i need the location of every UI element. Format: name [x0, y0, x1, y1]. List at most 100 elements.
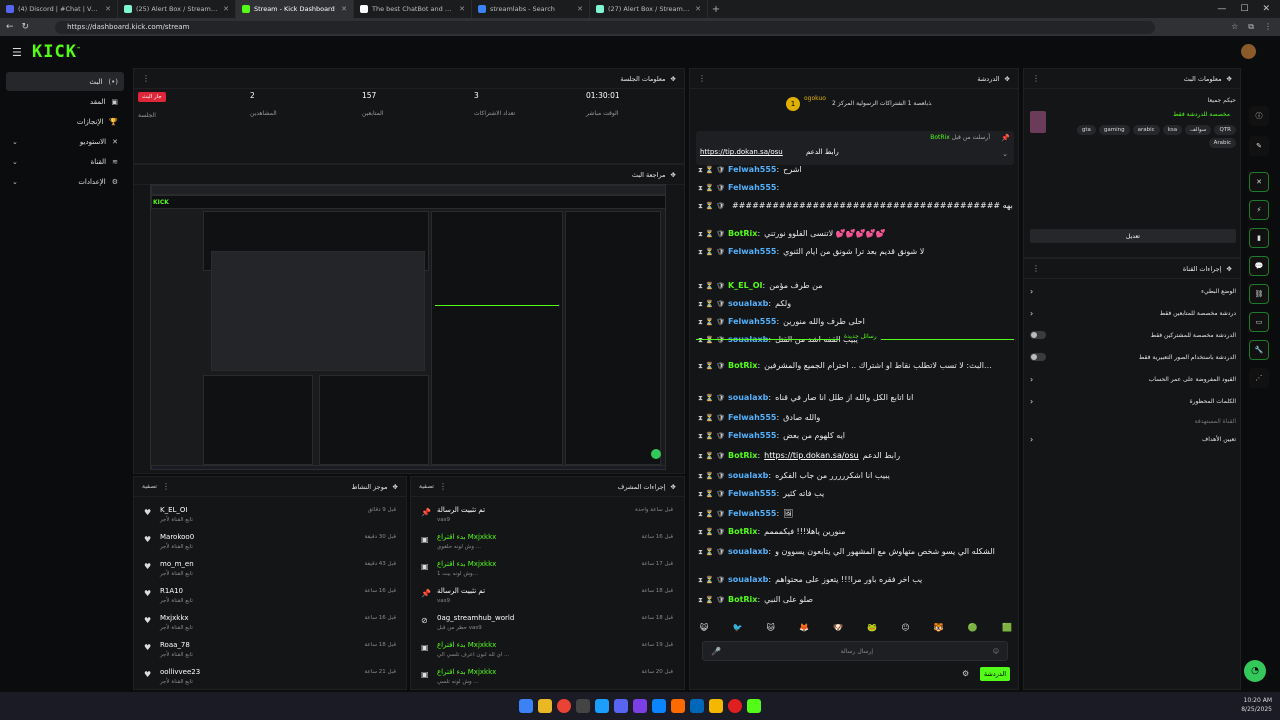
emote-icon[interactable]: 🐶	[833, 623, 843, 632]
tag-pill[interactable]: سوالف	[1185, 125, 1212, 135]
panel-menu-icon[interactable]: ⋮	[439, 482, 447, 491]
channel-action-item[interactable]: الوضع البطيء ‹	[1030, 281, 1236, 301]
chat-username[interactable]: Felwah555	[728, 317, 777, 326]
browser-tab[interactable]: The best ChatBot and Widgets fo ✕	[354, 0, 472, 18]
emote-icon[interactable]: 🐦	[732, 623, 742, 632]
pinned-message[interactable]: أرسلت من قبل BotRix 📌 https://tip.dokan.…	[696, 131, 1014, 165]
tool-icon[interactable]: 🔧	[1249, 340, 1269, 360]
channel-action-item[interactable]: تعيين الأهداف ‹	[1030, 429, 1236, 449]
chat-username[interactable]: Felwah555	[728, 165, 777, 174]
share-icon[interactable]: ⋰	[1249, 368, 1269, 388]
chat-username[interactable]: Felwah555	[728, 183, 777, 192]
chevron-left-icon[interactable]: ‹	[1030, 435, 1033, 444]
activity-user[interactable]: Marokoo0	[160, 533, 194, 541]
chat-input[interactable]: 🎤 إرسال رسالة ☺	[702, 641, 1008, 661]
channel-action-item[interactable]: دردشة مخصصة للمتابعين فقط ‹	[1030, 303, 1236, 323]
chat-send-button[interactable]: الدردشة	[980, 667, 1010, 681]
close-tab-icon[interactable]: ✕	[459, 5, 465, 13]
clip-icon[interactable]: ▮	[1249, 228, 1269, 248]
security-icon[interactable]	[690, 699, 704, 713]
chat-bubble-icon[interactable]: 💬	[1249, 256, 1269, 276]
browser-tab[interactable]: Stream - Kick Dashboard ✕	[236, 0, 354, 18]
chevron-left-icon[interactable]: ‹	[1030, 309, 1033, 318]
chat-username[interactable]: BotRix	[728, 527, 757, 536]
tag-pill[interactable]: gaming	[1098, 125, 1130, 135]
chevron-down-icon[interactable]: ⌄	[1002, 150, 1008, 158]
panel-menu-icon[interactable]: ⋮	[1032, 264, 1040, 273]
emote-icon[interactable]: 🟩	[1002, 623, 1012, 632]
chat-username[interactable]: soualaxb	[728, 575, 768, 584]
emoji-icon[interactable]: ☺	[993, 648, 999, 655]
close-tab-icon[interactable]: ✕	[105, 5, 111, 13]
file-explorer-icon[interactable]	[538, 699, 552, 713]
drag-icon[interactable]: ✥	[671, 75, 676, 83]
moderation-icon[interactable]: ✕	[1249, 172, 1269, 192]
mic-icon[interactable]: 🎤	[711, 647, 721, 656]
drag-icon[interactable]: ✥	[671, 171, 676, 179]
chat-username[interactable]: Felwah555	[728, 489, 777, 498]
browser-tab[interactable]: (27) Alert Box / Streamlabs ✕	[590, 0, 708, 18]
toggle-switch[interactable]	[1030, 353, 1046, 361]
chat-username[interactable]: Felwah555	[728, 431, 777, 440]
stream-preview-video[interactable]: KICK	[150, 184, 666, 470]
chat-username[interactable]: soualaxb	[728, 547, 768, 556]
drag-icon[interactable]: ✥	[1227, 75, 1232, 83]
emote-icon[interactable]: 😐	[901, 623, 909, 632]
chrome-icon[interactable]	[557, 699, 571, 713]
emote-icon[interactable]: 🟢	[968, 623, 978, 632]
filter-button[interactable]: تصفية	[142, 483, 157, 490]
system-clock[interactable]: 10:20 AM 8/25/2025	[1241, 696, 1272, 714]
category-label[interactable]: مخصصة للدردشة فقط	[1052, 111, 1230, 118]
panel-menu-icon[interactable]: ⋮	[162, 482, 170, 491]
edit-icon[interactable]: ✎	[1249, 136, 1269, 156]
tag-pill[interactable]: QTR	[1214, 125, 1236, 135]
info-icon[interactable]: ⓘ	[1249, 106, 1269, 126]
back-icon[interactable]: ←	[6, 22, 14, 32]
activity-user[interactable]: Roaa_78	[160, 641, 190, 649]
chevron-down-icon[interactable]: ⌄	[12, 178, 18, 186]
vlc-icon[interactable]	[671, 699, 685, 713]
chevron-left-icon[interactable]: ‹	[1030, 397, 1033, 406]
tag-pill[interactable]: gta	[1076, 125, 1096, 135]
chevron-down-icon[interactable]: ⌄	[12, 138, 18, 146]
channel-action-item[interactable]: القيود المفروضة على عمر الحساب ‹	[1030, 369, 1236, 389]
chat-settings-icon[interactable]: ⚙	[962, 669, 969, 678]
sidebar-item[interactable]: ≋ القناة ⌄	[6, 152, 124, 171]
close-tab-icon[interactable]: ✕	[341, 5, 347, 13]
chat-username[interactable]: Felwah555	[728, 509, 777, 518]
chat-username[interactable]: BotRix	[728, 595, 757, 604]
drag-icon[interactable]: ✥	[1227, 265, 1232, 273]
new-tab-button[interactable]: +	[708, 0, 724, 18]
kick-logo[interactable]: KICK™	[32, 42, 81, 62]
close-window-icon[interactable]: ✕	[1262, 4, 1270, 14]
sidebar-item[interactable]: 🏆 الإنجازات	[6, 112, 124, 131]
chat-username[interactable]: K_EL_OI	[728, 281, 763, 290]
chevron-left-icon[interactable]: ‹	[1030, 287, 1033, 296]
chevron-down-icon[interactable]: ⌄	[12, 158, 18, 166]
browser-tab[interactable]: (25) Alert Box / Streamlabs ✕	[118, 0, 236, 18]
chat-username[interactable]: BotRix	[728, 361, 757, 370]
drag-icon[interactable]: ✥	[393, 483, 398, 491]
panel-menu-icon[interactable]: ⋮	[698, 74, 706, 83]
browser-tab[interactable]: streamlabs - Search ✕	[472, 0, 590, 18]
pinned-link[interactable]: https://tip.dokan.sa/osu	[700, 148, 783, 156]
minimize-icon[interactable]: —	[1217, 4, 1226, 14]
support-chat-icon[interactable]: ◔	[1244, 660, 1266, 682]
tag-pill[interactable]: arabic	[1132, 125, 1160, 135]
chevron-left-icon[interactable]: ‹	[1030, 375, 1033, 384]
toggle-switch[interactable]	[1030, 331, 1046, 339]
lightning-icon[interactable]: ⚡	[1249, 200, 1269, 220]
activity-user[interactable]: R1A10	[160, 587, 183, 595]
steam-icon[interactable]	[595, 699, 609, 713]
chat-username[interactable]: Felwah555	[728, 413, 777, 422]
edge-icon[interactable]	[652, 699, 666, 713]
emote-icon[interactable]: 🐸	[867, 623, 877, 632]
close-tab-icon[interactable]: ✕	[577, 5, 583, 13]
chat-username[interactable]: BotRix	[728, 229, 757, 238]
menu-icon[interactable]: ☰	[12, 46, 22, 59]
filter-button[interactable]: تصفية	[419, 483, 434, 490]
extensions-icon[interactable]: ⧉	[1248, 22, 1254, 32]
emote-icon[interactable]: 🦊	[799, 623, 809, 632]
tag-pill[interactable]: ksa	[1162, 125, 1183, 135]
chat-link[interactable]: https://tip.dokan.sa/osu	[764, 451, 859, 460]
